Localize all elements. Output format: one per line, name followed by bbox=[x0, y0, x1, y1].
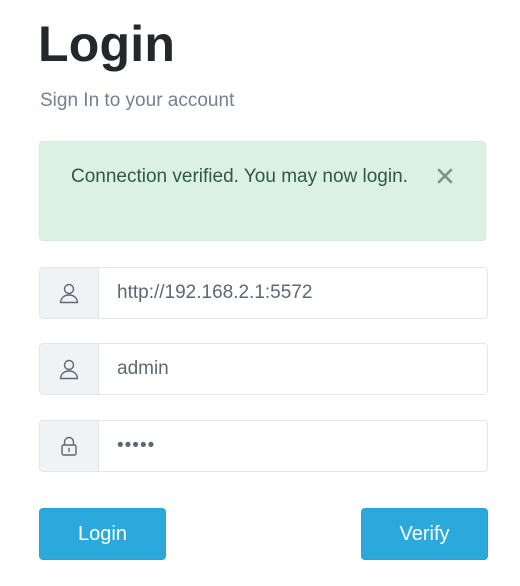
login-button[interactable]: Login bbox=[39, 508, 166, 560]
user-icon bbox=[40, 344, 99, 394]
server-url-input[interactable] bbox=[99, 268, 487, 318]
password-input[interactable] bbox=[99, 421, 487, 471]
verify-button[interactable]: Verify bbox=[361, 508, 488, 560]
close-icon[interactable] bbox=[435, 166, 455, 186]
password-input-group bbox=[39, 420, 488, 472]
username-input-group bbox=[39, 343, 488, 395]
alert-message: Connection verified. You may now login. bbox=[71, 166, 408, 187]
success-alert: Connection verified. You may now login. bbox=[39, 141, 486, 241]
page-title: Login bbox=[38, 16, 176, 72]
page-subtitle: Sign In to your account bbox=[40, 90, 235, 111]
server-url-input-group bbox=[39, 267, 488, 319]
lock-icon bbox=[40, 421, 99, 471]
username-input[interactable] bbox=[99, 344, 487, 394]
user-icon bbox=[40, 268, 99, 318]
